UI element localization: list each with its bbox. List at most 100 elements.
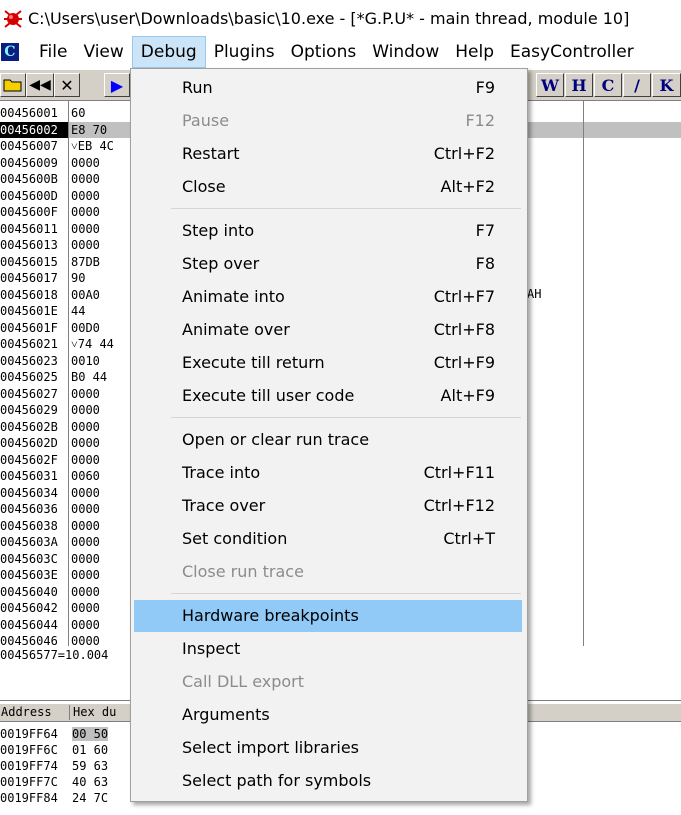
dump-row[interactable]: 0019FF7C 40 63	[0, 774, 108, 790]
dump-row[interactable]: 0019FF74 59 63	[0, 758, 108, 774]
menu-item-open-or-clear-run-trace[interactable]: Open or clear run trace	[134, 424, 522, 456]
menu-options[interactable]: Options	[283, 37, 365, 67]
menu-easycontroller[interactable]: EasyController	[502, 37, 642, 67]
toolbar-c-button[interactable]: C	[594, 73, 622, 97]
address-cell: 00456023	[0, 353, 58, 368]
menu-item-select-path-for-symbols[interactable]: Select path for symbols	[134, 765, 522, 797]
hex-bytes-cell: 0060	[71, 469, 100, 483]
disassembly-row[interactable]: 00456042 0000	[0, 600, 100, 617]
menu-window[interactable]: Window	[364, 37, 447, 67]
disassembly-row[interactable]: 00456038 0000	[0, 518, 100, 535]
menu-item-close[interactable]: Close Alt+F2	[134, 171, 522, 203]
disassembly-row[interactable]: 00456002 E8 70	[0, 121, 107, 139]
dump-header-hex[interactable]: Hex du	[72, 705, 134, 720]
disassembly-row[interactable]: 00456029 0000	[0, 402, 100, 419]
disassembly-row[interactable]: 0045603A 0000	[0, 534, 100, 551]
hex-bytes-cell: ˅EB 4C	[71, 139, 114, 153]
menu-item-pause[interactable]: Pause F12	[134, 105, 522, 137]
menu-item-execute-till-user-code[interactable]: Execute till user code Alt+F9	[134, 380, 522, 412]
dump-address-cell: 0019FF7C	[0, 775, 58, 789]
address-cell: 00456007	[0, 139, 58, 153]
disassembly-row[interactable]: 0045600B 0000	[0, 171, 100, 188]
menu-item-step-into[interactable]: Step into F7	[134, 215, 522, 247]
dump-row[interactable]: 0019FF6C 01 60	[0, 742, 108, 758]
disassembly-row[interactable]: 00456013 0000	[0, 237, 100, 254]
rewind-icon[interactable]: ◀◀	[26, 73, 54, 97]
disassembly-row[interactable]: 00456040 0000	[0, 584, 100, 601]
menu-plugins[interactable]: Plugins	[206, 37, 283, 67]
disassembly-row[interactable]: 0045602D 0000	[0, 435, 100, 452]
disassembly-row[interactable]: 0045602B 0000	[0, 419, 100, 436]
disassembly-row[interactable]: 0045600F 0000	[0, 204, 100, 221]
menu-item-restart[interactable]: Restart Ctrl+F2	[134, 138, 522, 170]
menu-item-label: Select path for symbols	[182, 771, 372, 790]
menu-item-run[interactable]: Run F9	[134, 72, 522, 104]
disassembly-row[interactable]: 0045603E 0000	[0, 567, 100, 584]
disassembly-row[interactable]: 0045600D 0000	[0, 188, 100, 205]
menu-item-label: Select import libraries	[182, 738, 359, 757]
dump-header-address[interactable]: Address	[0, 705, 70, 720]
hex-bytes-cell: 0000	[71, 238, 100, 252]
hex-bytes-cell: 0000	[71, 551, 100, 566]
dump-hex-cell: 59 63	[72, 759, 109, 773]
disassembly-row[interactable]: 00456027 0000	[0, 386, 100, 403]
toolbar-w-button[interactable]: W	[536, 73, 564, 97]
menu-item-set-condition[interactable]: Set condition Ctrl+T	[134, 523, 522, 555]
disassembly-row[interactable]: 0045601F 00D0	[0, 320, 100, 337]
close-icon[interactable]: ✕	[54, 73, 80, 97]
disassembly-row[interactable]: 00456044 0000	[0, 617, 100, 634]
toolbar-k-button[interactable]: K	[652, 73, 681, 97]
disassembly-row[interactable]: 0045602F 0000	[0, 452, 100, 469]
disassembly-row[interactable]: 00456009 0000	[0, 155, 100, 172]
menu-item-close-run-trace[interactable]: Close run trace	[134, 556, 522, 588]
menu-help[interactable]: Help	[447, 37, 502, 67]
disassembly-row[interactable]: 00456031 0060	[0, 468, 100, 485]
hex-bytes-cell: 60	[71, 106, 86, 120]
menu-debug[interactable]: Debug	[131, 36, 206, 68]
disassembly-row[interactable]: 00456017 90	[0, 270, 85, 287]
disassembly-row[interactable]: 00456001 60	[0, 105, 85, 122]
menu-item-execute-till-return[interactable]: Execute till return Ctrl+F9	[134, 347, 522, 379]
hex-bytes-cell: 0000	[71, 155, 100, 170]
menu-view[interactable]: View	[75, 37, 131, 67]
address-cell: 00456038	[0, 518, 58, 533]
dump-row[interactable]: 0019FF64 00 50	[0, 726, 109, 742]
toolbar-h-button[interactable]: H	[565, 73, 593, 97]
disassembly-row[interactable]: 00456011 0000	[0, 221, 100, 238]
dump-row[interactable]: 0019FF84 24 7C	[0, 790, 108, 806]
menu-item-step-over[interactable]: Step over F8	[134, 248, 522, 280]
disassembly-row[interactable]: 00456023 0010	[0, 353, 100, 370]
hex-bytes-cell: 0000	[71, 419, 100, 434]
menu-item-inspect[interactable]: Inspect	[134, 633, 522, 665]
menu-item-select-import-libraries[interactable]: Select import libraries	[134, 732, 522, 764]
toolbar-slash-button[interactable]: /	[623, 73, 651, 97]
menu-item-shortcut: Ctrl+T	[443, 529, 495, 548]
run-icon[interactable]: ▶	[104, 73, 130, 97]
hex-bytes-cell: B0 44	[71, 370, 108, 384]
menu-item-animate-into[interactable]: Animate into Ctrl+F7	[134, 281, 522, 313]
disassembly-row[interactable]: 00456018 00A0	[0, 287, 100, 304]
menu-item-shortcut: F9	[475, 78, 495, 97]
menu-item-label: Animate over	[182, 320, 290, 339]
disassembly-row[interactable]: 0045603C 0000	[0, 551, 100, 568]
cpu-window-icon[interactable]: C	[1, 43, 19, 61]
disassembly-row[interactable]: 00456015 87DB	[0, 254, 100, 271]
menu-item-arguments[interactable]: Arguments	[134, 699, 522, 731]
hex-bytes-cell: 0000	[71, 617, 100, 632]
disassembly-row[interactable]: 00456036 0000	[0, 501, 100, 518]
menu-item-label: Restart	[182, 144, 240, 163]
disassembly-row[interactable]: 00456021 ˅74 44	[0, 336, 114, 353]
address-cell: 0045603C	[0, 551, 58, 566]
menu-item-trace-over[interactable]: Trace over Ctrl+F12	[134, 490, 522, 522]
disassembly-row[interactable]: 0045601E 44	[0, 303, 85, 320]
disassembly-row[interactable]: 00456034 0000	[0, 485, 100, 502]
menu-item-call-dll-export[interactable]: Call DLL export	[134, 666, 522, 698]
menu-item-animate-over[interactable]: Animate over Ctrl+F8	[134, 314, 522, 346]
disassembly-row[interactable]: 00456007 ˅EB 4C	[0, 138, 114, 155]
menu-item-trace-into[interactable]: Trace into Ctrl+F11	[134, 457, 522, 489]
menu-item-hardware-breakpoints[interactable]: Hardware breakpoints	[134, 600, 522, 632]
menu-file[interactable]: File	[31, 37, 75, 67]
open-folder-icon[interactable]	[0, 73, 26, 97]
disassembly-row[interactable]: 00456025 B0 44	[0, 369, 107, 386]
address-cell: 0045600D	[0, 188, 58, 203]
